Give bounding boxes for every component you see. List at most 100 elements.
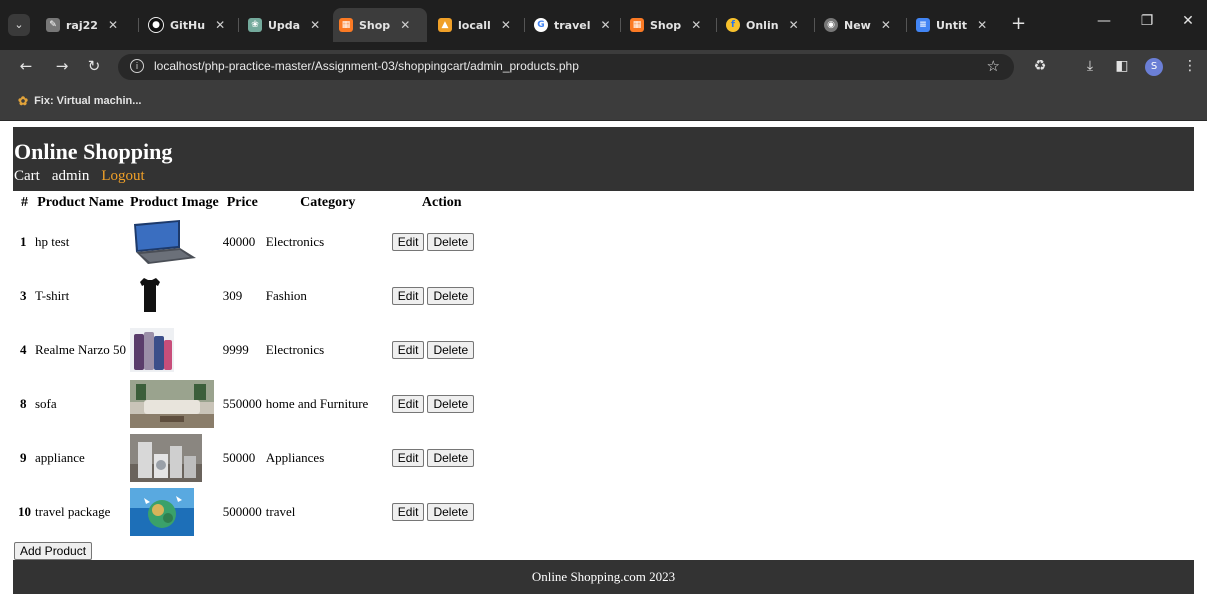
- tshirt-image: [129, 272, 198, 320]
- delete-button[interactable]: Delete: [427, 449, 475, 467]
- back-arrow-icon[interactable]: ←: [16, 57, 36, 75]
- col-header-category: Category: [300, 195, 356, 210]
- side-panel-icon[interactable]: ◧: [1112, 58, 1132, 74]
- close-icon[interactable]: ✕: [310, 18, 320, 32]
- page-content: Online Shopping Cart admin Logout # Prod…: [0, 121, 1207, 594]
- nav-cart-link[interactable]: Cart: [14, 168, 40, 185]
- github-icon: ●: [148, 17, 164, 33]
- profile-avatar[interactable]: S: [1145, 58, 1163, 76]
- product-id: 3: [20, 288, 27, 303]
- tab-label: locall: [458, 18, 491, 32]
- edit-button[interactable]: Edit: [391, 503, 425, 521]
- url-text[interactable]: localhost/php-practice-master/Assignment…: [154, 59, 579, 73]
- bookmark-star-icon[interactable]: ☆: [987, 57, 1000, 75]
- product-name: sofa: [35, 396, 57, 411]
- edit-button[interactable]: Edit: [391, 233, 425, 251]
- tab-label: Shop: [359, 18, 391, 32]
- minimize-icon[interactable]: —: [1094, 13, 1114, 29]
- close-icon[interactable]: ✕: [881, 18, 891, 32]
- product-image-cell: [128, 323, 221, 377]
- delete-button[interactable]: Delete: [427, 287, 475, 305]
- product-price: 50000: [222, 450, 256, 465]
- product-id: 1: [20, 234, 27, 249]
- forward-arrow-icon[interactable]: →: [52, 57, 72, 75]
- bookmark-label: Fix: Virtual machin...: [34, 95, 142, 107]
- products-table: # Product Name Product Image Price Categ…: [16, 191, 492, 539]
- tab-search-icon[interactable]: ⌄: [8, 14, 30, 36]
- tab-1[interactable]: ● GitHu ✕: [142, 11, 238, 39]
- tab-label: Onlin: [746, 18, 779, 32]
- product-name: Realme Narzo 50: [35, 342, 126, 357]
- window-close-icon[interactable]: ✕: [1178, 13, 1198, 29]
- product-name: appliance: [35, 450, 85, 465]
- close-icon[interactable]: ✕: [691, 18, 701, 32]
- google-icon: G: [534, 18, 548, 32]
- menu-kebab-icon[interactable]: ⋮: [1183, 58, 1197, 74]
- tab-3[interactable]: ▦ Shop ✕: [333, 8, 427, 42]
- site-header: Online Shopping Cart admin Logout: [13, 127, 1194, 191]
- product-price: 500000: [222, 504, 262, 519]
- tab-9[interactable]: ≡ Untit ✕: [910, 11, 1006, 39]
- edit-button[interactable]: Edit: [391, 395, 425, 413]
- close-icon[interactable]: ✕: [501, 18, 511, 32]
- tab-8[interactable]: ◉ New ✕: [818, 11, 904, 39]
- delete-button[interactable]: Delete: [427, 395, 475, 413]
- tab-4[interactable]: ▲ locall ✕: [432, 11, 522, 39]
- nav-logout-link[interactable]: Logout: [101, 168, 144, 185]
- table-row: 10 travel package 500000 travel Edit Del…: [16, 485, 492, 539]
- phones-image: [129, 326, 198, 374]
- product-category: travel: [265, 504, 296, 519]
- table-row: 4 Realme Narzo 50 9999 Electronics Edit: [16, 323, 492, 377]
- xampp-icon: ▦: [339, 18, 353, 32]
- docs-icon: ≡: [916, 18, 930, 32]
- edit-button[interactable]: Edit: [391, 341, 425, 359]
- tab-5[interactable]: G travel ✕: [528, 11, 618, 39]
- table-row: 1 hp test 40000 Electronics Edit Delete: [16, 215, 492, 269]
- edit-button[interactable]: Edit: [391, 287, 425, 305]
- bookmark-item[interactable]: ✿ Fix: Virtual machin...: [18, 94, 141, 108]
- table-header-row: # Product Name Product Image Price Categ…: [16, 191, 492, 215]
- appliances-image: [129, 434, 202, 482]
- tab-label: Upda: [268, 18, 301, 32]
- close-icon[interactable]: ✕: [215, 18, 225, 32]
- restore-icon[interactable]: ❐: [1137, 13, 1157, 29]
- tab-label: raj22: [66, 18, 98, 32]
- download-icon[interactable]: ⤓: [1080, 58, 1100, 74]
- product-price: 9999: [222, 342, 249, 357]
- phpmyadmin-icon: ▲: [438, 18, 452, 32]
- new-tab-plus-icon[interactable]: +: [1011, 13, 1026, 34]
- close-icon[interactable]: ✕: [108, 18, 118, 32]
- close-icon[interactable]: ✕: [977, 18, 987, 32]
- site-info-icon[interactable]: i: [130, 59, 144, 73]
- site-title: Online Shopping: [14, 139, 173, 164]
- browser-tab-bar: ⌄ ✎ raj22 ✕ ● GitHu ✕ ❀ Upda ✕ ▦ Shop ✕ …: [0, 0, 1207, 50]
- bookmark-leaf-icon: ✿: [18, 94, 29, 108]
- edit-button[interactable]: Edit: [391, 449, 425, 467]
- reload-icon[interactable]: ↻: [84, 57, 104, 75]
- tab-0[interactable]: ✎ raj22 ✕: [40, 11, 136, 39]
- add-product-button[interactable]: Add Product: [14, 542, 93, 560]
- close-icon[interactable]: ✕: [789, 18, 799, 32]
- tab-7[interactable]: f Onlin ✕: [720, 11, 812, 39]
- site-footer: Online Shopping.com 2023: [13, 560, 1194, 594]
- product-category: Electronics: [265, 234, 325, 249]
- url-bar[interactable]: i localhost/php-practice-master/Assignme…: [118, 54, 1014, 80]
- delete-button[interactable]: Delete: [427, 341, 475, 359]
- product-actions: Edit Delete: [391, 215, 492, 269]
- tab-label: Shop: [650, 18, 682, 32]
- product-image-cell: [128, 377, 221, 431]
- tab-6[interactable]: ▦ Shop ✕: [624, 11, 714, 39]
- nav-user-link[interactable]: admin: [52, 168, 90, 185]
- tab-2[interactable]: ❀ Upda ✕: [242, 11, 330, 39]
- product-name: hp test: [35, 234, 70, 249]
- close-icon[interactable]: ✕: [400, 18, 410, 32]
- site-nav: Cart admin Logout: [14, 168, 145, 185]
- product-price: 550000: [222, 396, 262, 411]
- close-icon[interactable]: ✕: [601, 18, 611, 32]
- tab-label: Untit: [936, 18, 968, 32]
- delete-button[interactable]: Delete: [427, 503, 475, 521]
- delete-button[interactable]: Delete: [427, 233, 475, 251]
- col-header-image: Product Image: [129, 195, 219, 210]
- extensions-icon[interactable]: ♻: [1030, 58, 1050, 74]
- product-id: 4: [20, 342, 27, 357]
